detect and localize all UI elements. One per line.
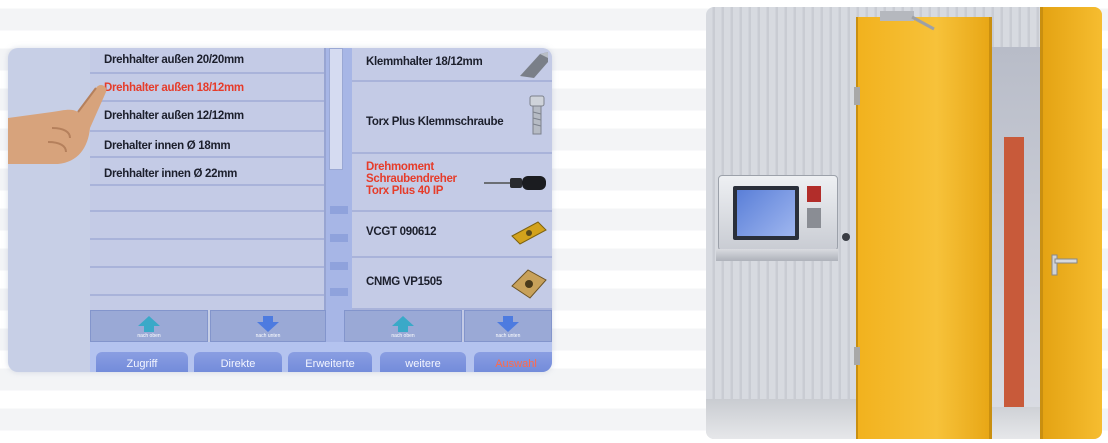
screwdriver-icon — [484, 176, 546, 190]
scrollbar-thumb[interactable] — [329, 48, 343, 170]
list-item[interactable]: Drehalter innen Ø 18mm — [90, 132, 324, 158]
scroll-up-button-left[interactable]: nach oben — [90, 310, 208, 342]
scroll-marker — [330, 262, 348, 270]
list-item-empty[interactable] — [90, 212, 324, 240]
door-right — [1040, 7, 1102, 439]
kiosk-shelf — [716, 249, 838, 261]
pointing-hand-image — [8, 85, 107, 164]
interior-cabinet — [1004, 137, 1024, 407]
list-item-empty[interactable] — [90, 186, 324, 212]
tab-direkte[interactable]: Direkte — [194, 352, 282, 372]
door-left — [856, 17, 992, 439]
list-item-empty[interactable] — [90, 268, 324, 296]
arrow-down-icon — [497, 316, 519, 332]
door-closer — [880, 11, 935, 31]
insert-square-icon — [511, 269, 547, 299]
list-item-selected[interactable]: Drehhalter außen 18/12mm — [90, 74, 324, 102]
scroll-down-button-left[interactable]: nach unten — [210, 310, 326, 342]
bottom-tab-bar: Zugriff Direkte Erweiterte weitere Auswa… — [90, 342, 552, 372]
list-item-empty[interactable] — [90, 240, 324, 268]
list-item[interactable]: Drehhalter außen 12/12mm — [90, 102, 324, 132]
arrow-down-icon — [257, 316, 279, 332]
card-slot — [807, 208, 821, 228]
tab-erweiterte[interactable]: Erweiterte — [288, 352, 372, 372]
door-handle-icon — [1051, 254, 1078, 276]
scroll-marker — [330, 234, 348, 242]
tab-auswahl[interactable]: Auswahl — [474, 352, 552, 372]
list-item[interactable]: Torx Plus Klemmschraube — [352, 82, 552, 154]
door-kiosk-photo — [706, 7, 1102, 439]
tab-zugriff[interactable]: Zugriff — [96, 352, 188, 372]
clamp-screw-icon — [529, 95, 545, 135]
scroll-up-button-right[interactable]: nach oben — [344, 310, 462, 342]
arrow-up-icon — [392, 316, 414, 332]
list-item[interactable]: CNMG VP1505 — [352, 258, 552, 310]
wall-kiosk-terminal — [718, 175, 838, 251]
scroll-marker — [330, 206, 348, 214]
card-reader — [807, 186, 821, 202]
list-item[interactable]: Drehhalter innen Ø 22mm — [90, 158, 324, 186]
hinge — [854, 347, 860, 365]
clamp-holder-icon — [520, 52, 548, 78]
arrow-up-icon — [138, 316, 160, 332]
wall-button — [842, 233, 850, 241]
hinge — [854, 87, 860, 105]
scroll-down-button-right[interactable]: nach unten — [464, 310, 552, 342]
kiosk-screen — [737, 190, 795, 236]
scroll-marker — [330, 288, 348, 296]
insert-rhombic-icon — [511, 221, 547, 245]
tab-weitere[interactable]: weitere — [380, 352, 466, 372]
list-item-highlighted[interactable]: Drehmoment Schraubendreher Torx Plus 40 … — [352, 154, 552, 212]
tool-holder-list: Drehhalter außen 20/20mm Drehhalter auße… — [90, 48, 326, 310]
list-item[interactable]: Drehhalter außen 20/20mm — [90, 48, 324, 74]
list-item[interactable]: Klemmhalter 18/12mm — [352, 48, 552, 82]
list-item[interactable]: VCGT 090612 — [352, 212, 552, 258]
kiosk-screen-bezel — [733, 186, 799, 240]
